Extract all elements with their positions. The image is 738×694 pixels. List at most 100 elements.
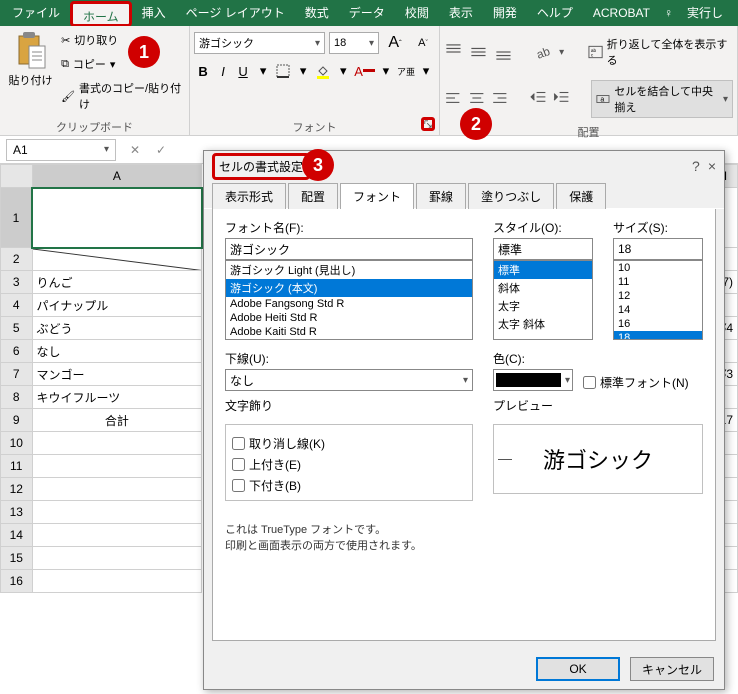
tab-file[interactable]: ファイル (2, 0, 70, 26)
row-header[interactable]: 16 (1, 570, 33, 593)
subscript-check[interactable]: 下付き(B) (232, 477, 466, 494)
list-item[interactable]: 游ゴシック (本文) (226, 279, 472, 297)
underline-select[interactable]: なし▾ (225, 369, 473, 391)
tab-insert[interactable]: 挿入 (132, 0, 176, 26)
cell[interactable] (32, 547, 202, 570)
cell-a2[interactable] (32, 248, 202, 271)
align-left-button[interactable] (444, 88, 462, 108)
decrease-indent-button[interactable] (530, 88, 548, 108)
tab-align[interactable]: 配置 (288, 183, 338, 209)
row-header[interactable]: 12 (1, 478, 33, 501)
paste-button[interactable]: 貼り付け (2, 30, 59, 114)
decrease-font-button[interactable]: Aˇ (411, 32, 435, 54)
cell-a1[interactable] (32, 188, 202, 248)
cell-a3[interactable]: りんご (32, 271, 202, 294)
tab-formulas[interactable]: 数式 (295, 0, 339, 26)
cell[interactable] (32, 455, 202, 478)
strike-check[interactable]: 取り消し線(K) (232, 435, 466, 452)
chevron-down-icon[interactable]: ▾ (334, 60, 352, 82)
font-size-select[interactable]: 18▾ (329, 32, 379, 54)
cell-a8[interactable]: キウイフルーツ (32, 386, 202, 409)
row-header[interactable]: 15 (1, 547, 33, 570)
underline-button[interactable]: U (234, 60, 252, 82)
size-list[interactable]: 10 11 12 14 16 18 (613, 260, 703, 340)
list-item[interactable]: Adobe Heiti Std R (226, 311, 472, 325)
color-select[interactable]: ▾ (493, 369, 573, 391)
tab-fill[interactable]: 塗りつぶし (468, 183, 554, 209)
tab-acrobat[interactable]: ACROBAT (583, 0, 660, 26)
list-item[interactable]: 14 (614, 303, 702, 317)
list-item[interactable]: 游ゴシック Light (見出し) (226, 261, 472, 279)
tab-border[interactable]: 罫線 (416, 183, 466, 209)
row-header[interactable]: 2 (1, 248, 33, 271)
align-bottom-button[interactable] (494, 42, 513, 62)
merge-center-button[interactable]: aセルを結合して中央揃え ▾ (591, 80, 733, 118)
style-list[interactable]: 標準 斜体 太字 太字 斜体 (493, 260, 593, 340)
align-right-button[interactable] (491, 88, 509, 108)
style-input[interactable] (493, 238, 593, 260)
cell-a9[interactable]: 合計 (32, 409, 202, 432)
name-box[interactable]: A1▾ (6, 139, 116, 161)
list-item[interactable]: 16 (614, 317, 702, 331)
ok-button[interactable]: OK (536, 657, 620, 681)
font-name-select[interactable]: 游ゴシック▾ (194, 32, 325, 54)
col-header-a[interactable]: A (32, 165, 202, 188)
cell[interactable] (32, 570, 202, 593)
tab-font[interactable]: フォント (340, 183, 414, 209)
fill-color-button[interactable] (314, 60, 332, 82)
tab-protect[interactable]: 保護 (556, 183, 606, 209)
dialog-titlebar[interactable]: セルの書式設定 3 ? × (204, 151, 724, 181)
chevron-down-icon[interactable]: ▾ (559, 47, 564, 58)
list-item[interactable]: Adobe Kaiti Std R (226, 325, 472, 339)
row-header[interactable]: 10 (1, 432, 33, 455)
row-header[interactable]: 13 (1, 501, 33, 524)
row-header[interactable]: 3 (1, 271, 33, 294)
list-item[interactable]: 18 (614, 331, 702, 340)
list-item[interactable]: 10 (614, 261, 702, 275)
wrap-text-button[interactable]: abc折り返して全体を表示する (586, 34, 733, 70)
align-middle-button[interactable] (469, 42, 488, 62)
tab-data[interactable]: データ (339, 0, 395, 26)
phonetic-button[interactable]: ア亜 (397, 60, 415, 82)
row-header[interactable]: 7 (1, 363, 33, 386)
tab-home[interactable]: ホーム (70, 1, 132, 27)
list-item[interactable]: 斜体 (494, 279, 592, 297)
close-button[interactable]: × (708, 158, 716, 174)
list-item[interactable]: 標準 (494, 261, 592, 279)
chevron-down-icon[interactable]: ▾ (254, 60, 272, 82)
cell-a6[interactable]: なし (32, 340, 202, 363)
row-header[interactable]: 5 (1, 317, 33, 340)
row-header[interactable]: 1 (1, 188, 33, 248)
format-painter-button[interactable]: 🖌書式のコピー/貼り付け (59, 78, 187, 114)
row-header[interactable]: 6 (1, 340, 33, 363)
border-button[interactable] (274, 60, 292, 82)
increase-indent-button[interactable] (553, 88, 571, 108)
list-item[interactable]: 11 (614, 275, 702, 289)
tab-review[interactable]: 校閲 (395, 0, 439, 26)
normal-font-check[interactable]: 標準フォント(N) (583, 374, 689, 391)
tab-dev[interactable]: 開発 (483, 0, 527, 26)
align-center-button[interactable] (468, 88, 486, 108)
row-header[interactable]: 8 (1, 386, 33, 409)
select-all-corner[interactable] (1, 165, 33, 188)
chevron-down-icon[interactable]: ▾ (377, 60, 395, 82)
font-color-button[interactable]: A (354, 60, 375, 82)
fontname-list[interactable]: 游ゴシック Light (見出し) 游ゴシック (本文) Adobe Fangs… (225, 260, 473, 340)
italic-button[interactable]: I (214, 60, 232, 82)
orientation-button[interactable]: ab (534, 42, 553, 62)
chevron-down-icon[interactable]: ▾ (294, 60, 312, 82)
cancel-button[interactable]: キャンセル (630, 657, 714, 681)
chevron-down-icon[interactable]: ▾ (417, 60, 435, 82)
row-header[interactable]: 11 (1, 455, 33, 478)
list-item[interactable]: 太字 (494, 297, 592, 315)
cut-button[interactable]: ✂切り取り (59, 30, 187, 50)
cell[interactable] (32, 524, 202, 547)
row-header[interactable]: 14 (1, 524, 33, 547)
list-item[interactable]: 太字 斜体 (494, 315, 592, 333)
cancel-formula-icon[interactable]: ✕ (122, 139, 148, 161)
help-button[interactable]: ? (692, 158, 700, 174)
align-top-button[interactable] (444, 42, 463, 62)
list-item[interactable]: Adobe Fangsong Std R (226, 297, 472, 311)
row-header[interactable]: 9 (1, 409, 33, 432)
cell-a5[interactable]: ぶどう (32, 317, 202, 340)
